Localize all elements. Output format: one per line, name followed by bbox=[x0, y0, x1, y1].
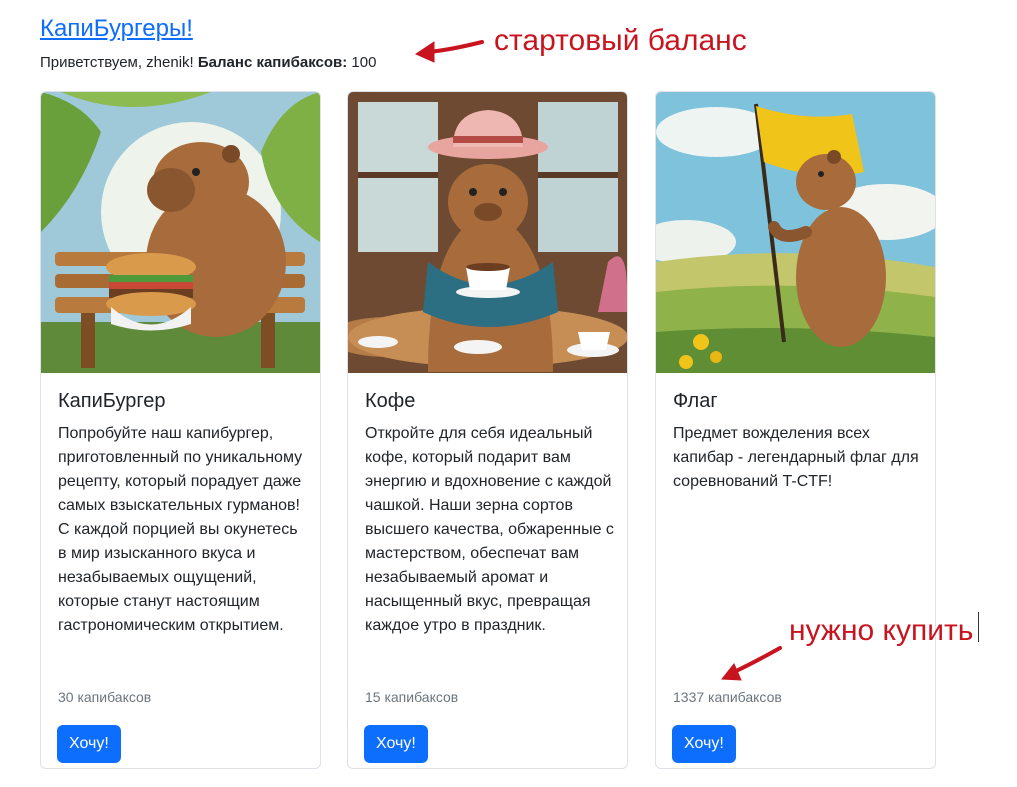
capybara-burger-image bbox=[41, 92, 320, 373]
product-price: 30 капибаксов bbox=[58, 689, 152, 705]
buy-coffee-button[interactable]: Хочу! bbox=[364, 725, 428, 763]
text-caret bbox=[978, 612, 979, 642]
product-title: Флаг bbox=[673, 390, 718, 412]
capybara-flag-image bbox=[656, 92, 935, 373]
product-card-coffee: Кофе Откройте для себя идеальный кофе, к… bbox=[347, 91, 628, 769]
greeting-text: Приветствуем, zhenik! bbox=[40, 54, 194, 71]
buy-burger-button[interactable]: Хочу! bbox=[57, 725, 121, 763]
product-description: Попробуйте наш капибургер, приготовленны… bbox=[58, 425, 303, 634]
greeting-line: Приветствуем, zhenik! Баланс капибаксов:… bbox=[40, 53, 376, 73]
product-price: 15 капибаксов bbox=[365, 689, 459, 705]
product-description: Предмет вожделения всех капибар - легенд… bbox=[673, 425, 919, 490]
site-title-link[interactable]: КапиБургеры! bbox=[40, 14, 193, 44]
product-description: Откройте для себя идеальный кофе, которы… bbox=[365, 425, 614, 634]
product-title: КапиБургер bbox=[58, 390, 166, 412]
balance-label: Баланс капибаксов: bbox=[197, 54, 348, 71]
product-title: Кофе bbox=[365, 390, 416, 412]
product-card-flag: Флаг Предмет вожделения всех капибар - л… bbox=[655, 91, 936, 769]
balance-arrow-icon bbox=[414, 40, 484, 63]
page: КапиБургеры! Приветствуем, zhenik! Балан… bbox=[0, 0, 1017, 787]
product-card-burger: КапиБургер Попробуйте наш капибургер, пр… bbox=[40, 91, 321, 769]
balance-value: 100 bbox=[351, 54, 377, 71]
buy-annotation: нужно купить bbox=[789, 614, 974, 647]
capybara-coffee-image bbox=[348, 92, 627, 373]
buy-flag-button[interactable]: Хочу! bbox=[672, 725, 736, 763]
balance-annotation: стартовый баланс bbox=[494, 24, 747, 57]
product-price: 1337 капибаксов bbox=[673, 689, 782, 705]
